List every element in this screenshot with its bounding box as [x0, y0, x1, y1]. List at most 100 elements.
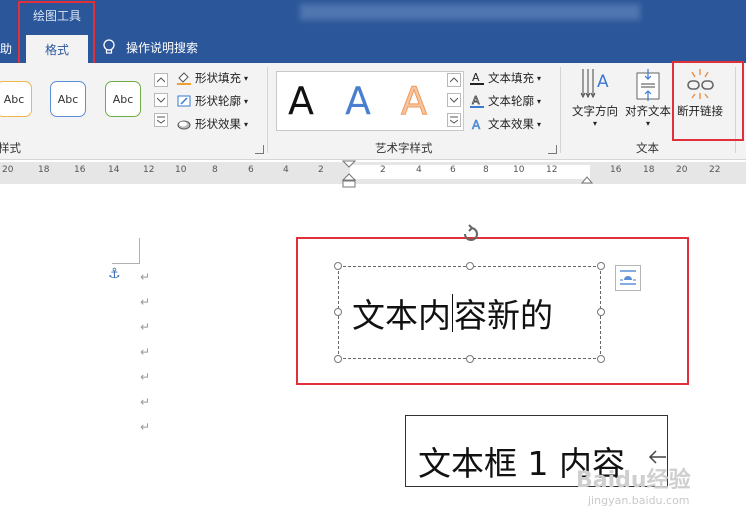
resize-handle-left[interactable]	[334, 308, 342, 316]
shape-effect-icon	[177, 120, 191, 130]
wordart-style-black[interactable]: A	[288, 79, 314, 123]
resize-handle-top[interactable]	[466, 262, 474, 270]
chevron-down-icon	[450, 97, 458, 103]
ruler-tick: 16	[74, 165, 86, 175]
shape-style-more[interactable]	[154, 113, 168, 127]
ruler-tick: 12	[143, 165, 155, 175]
paragraph-mark: ↵	[140, 345, 151, 359]
highlight-format-tab	[18, 1, 95, 65]
shape-styles-launcher-icon[interactable]	[255, 145, 264, 154]
text-fill-icon: A	[470, 71, 484, 85]
group-separator	[267, 67, 268, 153]
ruler-tick: 6	[450, 165, 456, 175]
rotate-handle-icon[interactable]	[460, 224, 482, 244]
ruler-tick: 18	[38, 165, 50, 175]
indent-marker-left[interactable]	[342, 160, 356, 188]
margin-corner-horizontal	[112, 263, 140, 264]
textbox-text[interactable]: 文本内 容新的	[352, 289, 553, 337]
ruler-tick: 4	[283, 165, 289, 175]
paragraph-mark: ↵	[140, 295, 151, 309]
ruler-tick: 8	[212, 165, 218, 175]
baidu-watermark-logo: Baidu经验	[576, 468, 691, 493]
title-bar: 绘图工具	[0, 0, 746, 33]
dropdown-arrow-icon: ▾	[244, 119, 249, 129]
dropdown-arrow-icon: ▾	[244, 73, 249, 83]
lightbulb-icon	[103, 39, 115, 54]
chevron-up-icon	[450, 77, 458, 83]
ruler-tick: 14	[108, 165, 120, 175]
text-direction-icon: A	[580, 69, 609, 99]
tell-me-search[interactable]: 操作说明搜索	[102, 38, 198, 56]
group-label-wordart-styles: 艺术字样式	[375, 141, 433, 155]
shape-style-scroll-up[interactable]	[154, 73, 168, 87]
align-text-button[interactable]: 对齐文本 ▾	[622, 67, 674, 133]
dropdown-arrow-icon: ▾	[645, 119, 650, 128]
dropdown-arrow-icon: ▾	[244, 96, 249, 106]
highlight-break-link	[672, 61, 744, 141]
shape-style-thumb-1[interactable]: Abc	[0, 81, 32, 117]
ribbon-tab-bar: 助 格式 操作说明搜索	[0, 33, 746, 63]
tab-help-partial[interactable]: 助	[0, 40, 12, 57]
ruler-tick: 16	[610, 165, 622, 175]
shape-outline-label: 形状轮廓	[195, 94, 241, 108]
resize-handle-bottom-left[interactable]	[334, 355, 342, 363]
ruler-tick: 12	[546, 165, 558, 175]
paragraph-mark: ↵	[140, 395, 151, 409]
wordart-style-orange[interactable]: A	[401, 79, 428, 124]
text-outline-icon: A	[470, 94, 484, 108]
align-text-label: 对齐文本	[625, 104, 671, 118]
ruler-tick: 10	[175, 165, 187, 175]
paragraph-mark: ↵	[140, 370, 151, 384]
resize-handle-right[interactable]	[597, 308, 605, 316]
ruler-tick: 2	[318, 165, 324, 175]
wordart-launcher-icon[interactable]	[548, 145, 557, 154]
shape-effect-button[interactable]: 形状效果 ▾	[176, 116, 248, 132]
text-outline-label: 文本轮廓	[488, 94, 534, 108]
layout-options-button[interactable]	[615, 265, 641, 291]
resize-handle-top-right[interactable]	[597, 262, 605, 270]
svg-text:A: A	[472, 94, 480, 107]
shape-effect-label: 形状效果	[195, 117, 241, 131]
resize-handle-bottom[interactable]	[466, 355, 474, 363]
resize-handle-bottom-right[interactable]	[597, 355, 605, 363]
shape-style-thumb-3[interactable]: Abc	[105, 81, 141, 117]
wordart-style-blue[interactable]: A	[345, 79, 371, 123]
ruler-tick: 22	[709, 165, 721, 175]
shape-fill-button[interactable]: 形状填充 ▾	[176, 70, 248, 86]
ruler-tick: 6	[248, 165, 254, 175]
group-label-text: 文本	[636, 141, 659, 155]
layout-options-icon	[620, 270, 636, 285]
baidu-watermark-url: jingyan.baidu.com	[588, 494, 690, 507]
dropdown-arrow-icon: ▾	[537, 119, 542, 129]
shape-style-scroll-down[interactable]	[154, 93, 168, 107]
blurred-title	[300, 4, 640, 20]
shape-style-thumb-2[interactable]: Abc	[50, 81, 86, 117]
dropdown-arrow-icon: ▾	[537, 96, 542, 106]
text-effect-button[interactable]: A 文本效果 ▾	[469, 116, 541, 132]
resize-handle-top-left[interactable]	[334, 262, 342, 270]
dropdown-arrow-icon: ▾	[592, 119, 597, 128]
wordart-scroll-down[interactable]	[447, 93, 461, 107]
group-label-shape-styles: 样式	[0, 141, 21, 155]
text-outline-button[interactable]: A 文本轮廓 ▾	[469, 93, 541, 109]
chevron-up-icon	[157, 77, 165, 83]
ruler-tick: 18	[643, 165, 655, 175]
indent-marker-right[interactable]	[581, 172, 593, 184]
text-effect-label: 文本效果	[488, 117, 534, 131]
text-direction-label: 文字方向	[572, 104, 618, 118]
tell-me-label: 操作说明搜索	[126, 40, 199, 55]
wordart-scroll-up[interactable]	[447, 73, 461, 87]
shape-outline-button[interactable]: 形状轮廓 ▾	[176, 93, 248, 109]
text-fill-button[interactable]: A 文本填充 ▾	[469, 70, 541, 86]
svg-text:A: A	[472, 118, 481, 131]
ruler-tick: 20	[676, 165, 688, 175]
anchor-icon[interactable]: ⚓	[108, 266, 121, 282]
chevron-down-icon	[157, 97, 165, 103]
dropdown-arrow-icon: ▾	[537, 73, 542, 83]
text-direction-button[interactable]: A 文字方向 ▾	[568, 67, 622, 133]
margin-corner-vertical	[139, 238, 140, 264]
ruler-tick: 2	[380, 165, 386, 175]
ruler-tick: 10	[513, 165, 525, 175]
paragraph-mark: ↵	[140, 270, 151, 284]
wordart-more[interactable]	[447, 113, 461, 127]
